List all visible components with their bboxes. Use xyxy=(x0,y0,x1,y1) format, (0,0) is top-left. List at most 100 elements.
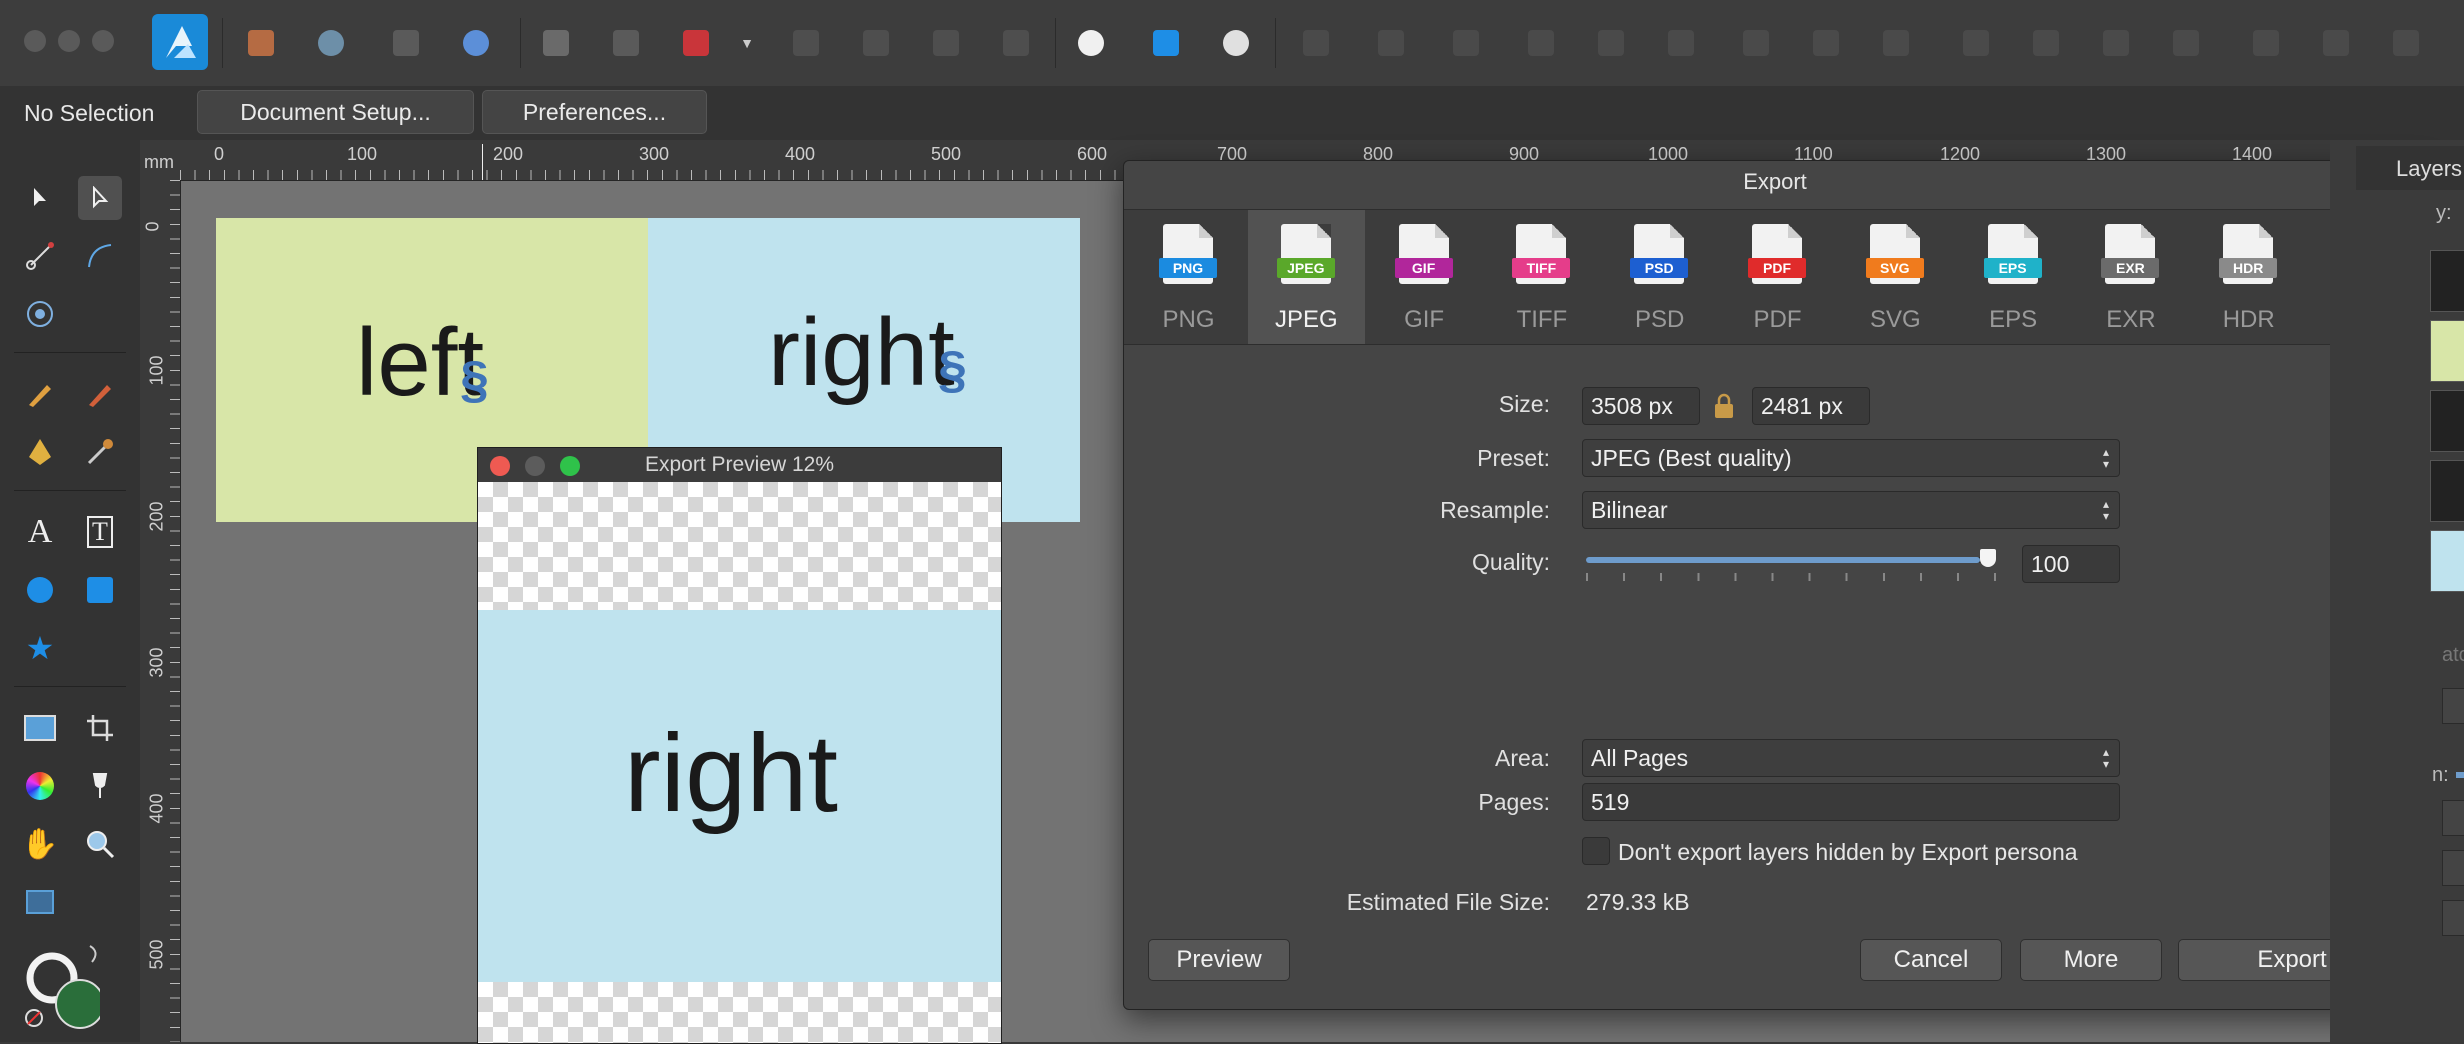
layers-tab[interactable]: Layers xyxy=(2356,146,2464,190)
star-tool-icon[interactable]: ★ xyxy=(18,626,62,670)
window-close-button[interactable] xyxy=(24,30,46,52)
more-button[interactable]: More xyxy=(2020,939,2162,981)
insert-target-icon[interactable] xyxy=(2385,20,2427,66)
format-psd-button[interactable]: PSD PSD xyxy=(1601,210,1718,344)
artistic-text-icon[interactable]: A xyxy=(18,510,62,554)
snapping-magnet-icon[interactable] xyxy=(675,20,717,66)
format-pdf-button[interactable]: PDF PDF xyxy=(1719,210,1836,344)
format-exr-button[interactable]: EXR EXR xyxy=(2072,210,2189,344)
flip-vertical-icon[interactable] xyxy=(2025,20,2067,66)
preferences-button[interactable]: Preferences... xyxy=(482,90,707,134)
persona-pixel-icon[interactable] xyxy=(385,20,427,66)
insert-inside-icon[interactable] xyxy=(2245,20,2287,66)
affinity-designer-icon[interactable] xyxy=(152,14,208,70)
point-transform-icon[interactable] xyxy=(18,234,62,278)
pencil-tool-icon[interactable] xyxy=(18,372,62,416)
window-zoom-button[interactable] xyxy=(92,30,114,52)
pen-tool-icon[interactable] xyxy=(18,430,62,474)
place-image-icon[interactable] xyxy=(18,706,62,750)
preview-minimize-button[interactable] xyxy=(525,456,545,476)
align-bottom-icon[interactable] xyxy=(1875,20,1917,66)
hidden-layers-checkbox[interactable] xyxy=(1582,837,1610,865)
format-eps-button[interactable]: EPS EPS xyxy=(1955,210,2072,344)
boolean-subtract-icon[interactable] xyxy=(1145,20,1187,66)
share-icon[interactable] xyxy=(310,20,352,66)
export-preview-window[interactable]: Export Preview 12% right xyxy=(477,447,1002,1044)
color-swatches-icon[interactable] xyxy=(20,940,100,1030)
persona-export-icon[interactable] xyxy=(455,20,497,66)
window-minimize-button[interactable] xyxy=(58,30,80,52)
panel-field[interactable] xyxy=(2442,688,2464,724)
height-field[interactable]: 2481 px xyxy=(1752,387,1870,425)
slice-tool-icon[interactable] xyxy=(18,880,62,924)
boolean-intersect-icon[interactable] xyxy=(1215,20,1257,66)
layer-thumbnail[interactable] xyxy=(2430,530,2464,592)
width-field[interactable]: 3508 px xyxy=(1582,387,1700,425)
preview-close-button[interactable] xyxy=(490,456,510,476)
corner-tool-icon[interactable] xyxy=(78,234,122,278)
zoom-tool-icon[interactable] xyxy=(78,822,122,866)
color-picker-icon[interactable] xyxy=(78,430,122,474)
frame-text-icon[interactable]: T xyxy=(78,510,122,554)
resample-select[interactable]: Bilinear ▴ ▾ xyxy=(1582,491,2120,529)
distribute-right-icon[interactable] xyxy=(1660,20,1702,66)
grid-snap-icon[interactable] xyxy=(535,20,577,66)
arrange-front-icon[interactable] xyxy=(995,20,1037,66)
preview-zoom-button[interactable] xyxy=(560,456,580,476)
target-tool-icon[interactable] xyxy=(18,292,62,336)
snapping-dropdown-icon[interactable]: ▼ xyxy=(735,20,759,66)
crop-tool-icon[interactable] xyxy=(78,706,122,750)
document-setup-button[interactable]: Document Setup... xyxy=(197,90,474,134)
transparency-tool-icon[interactable] xyxy=(78,764,122,808)
vector-brush-icon[interactable] xyxy=(78,372,122,416)
panel-field[interactable] xyxy=(2442,850,2464,886)
align-right-icon[interactable] xyxy=(1445,20,1487,66)
arrange-back-icon[interactable] xyxy=(785,20,827,66)
view-hand-icon[interactable]: ✋ xyxy=(18,822,62,866)
panel-field[interactable] xyxy=(2442,900,2464,936)
panel-slider[interactable] xyxy=(2456,772,2464,778)
format-svg-button[interactable]: SVG SVG xyxy=(1837,210,1954,344)
panel-field[interactable] xyxy=(2442,800,2464,836)
vertical-ruler[interactable]: 0 100 200 300 400 500 xyxy=(140,180,181,1042)
preview-title-bar[interactable]: Export Preview 12% xyxy=(478,448,1001,482)
quality-slider[interactable] xyxy=(1586,549,1996,597)
layer-thumbnail[interactable] xyxy=(2430,390,2464,452)
right-text[interactable]: right xyxy=(768,298,955,408)
arrange-backward-icon[interactable] xyxy=(855,20,897,66)
align-left-icon[interactable] xyxy=(1295,20,1337,66)
slider-thumb[interactable] xyxy=(1980,549,1996,567)
persona-designer-icon[interactable] xyxy=(240,20,282,66)
node-tool-icon[interactable] xyxy=(78,176,122,220)
insert-behind-icon[interactable] xyxy=(2315,20,2357,66)
boolean-add-icon[interactable] xyxy=(1070,20,1112,66)
align-middle-icon[interactable] xyxy=(1805,20,1847,66)
area-select[interactable]: All Pages ▴ ▾ xyxy=(1582,739,2120,777)
align-top-icon[interactable] xyxy=(1735,20,1777,66)
pages-field[interactable]: 519 xyxy=(1582,783,2120,821)
layer-thumbnail[interactable] xyxy=(2430,250,2464,312)
distribute-center-icon[interactable] xyxy=(1590,20,1632,66)
arrange-forward-icon[interactable] xyxy=(925,20,967,66)
rotate-right-icon[interactable] xyxy=(2165,20,2207,66)
rectangle-tool-icon[interactable] xyxy=(78,568,122,612)
format-jpeg-button[interactable]: JPEG JPEG xyxy=(1247,210,1365,344)
format-hdr-button[interactable]: HDR HDR xyxy=(2190,210,2307,344)
move-tool-icon[interactable] xyxy=(18,176,62,220)
quality-field[interactable]: 100 xyxy=(2022,545,2120,583)
ellipse-tool-icon[interactable] xyxy=(18,568,62,612)
format-tiff-button[interactable]: TIFF TIFF xyxy=(1483,210,1600,344)
rotate-left-icon[interactable] xyxy=(2095,20,2137,66)
layer-thumbnail[interactable] xyxy=(2430,320,2464,382)
cancel-button[interactable]: Cancel xyxy=(1860,939,2002,981)
format-gif-button[interactable]: GIF GIF xyxy=(1366,210,1483,344)
preview-button[interactable]: Preview xyxy=(1148,939,1290,981)
format-png-button[interactable]: PNG PNG xyxy=(1130,210,1247,344)
preset-select[interactable]: JPEG (Best quality) ▴ ▾ xyxy=(1582,439,2120,477)
distribute-horizontal-icon[interactable] xyxy=(1520,20,1562,66)
flip-horizontal-icon[interactable] xyxy=(1955,20,1997,66)
layer-thumbnail[interactable] xyxy=(2430,460,2464,522)
snap-options-icon[interactable] xyxy=(605,20,647,66)
fill-tool-icon[interactable] xyxy=(18,764,62,808)
lock-icon[interactable] xyxy=(1704,387,1744,425)
